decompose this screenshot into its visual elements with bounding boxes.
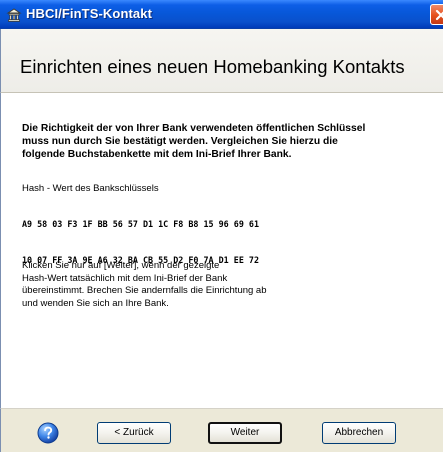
intro-line: muss nun durch Sie bestätigt werden. Ver… [22,136,338,147]
close-icon [435,9,443,21]
intro-line: folgende Buchstabenkette mit dem Ini-Bri… [22,149,292,160]
page-title: Einrichten eines neuen Homebanking Konta… [20,56,405,77]
bank-icon [6,8,22,22]
cancel-button[interactable]: Abbrechen [322,422,396,444]
intro-line: Die Richtigkeit der von Ihrer Bank verwe… [22,123,366,134]
instruction-line: und wenden Sie sich an Ihre Bank. [22,297,169,309]
wizard-content: Die Richtigkeit der von Ihrer Bank verwe… [0,93,443,409]
help-icon [37,422,59,444]
instruction-text: Klicken Sie nur auf [Weiter], wenn der g… [22,260,267,310]
dialog-window: HBCI/FinTS-Kontakt Einrichten eines neue… [0,0,443,452]
instruction-line: übereinstimmt. Brechen Sie andernfalls d… [22,285,267,296]
close-button[interactable] [430,4,443,25]
next-button[interactable]: Weiter [208,422,282,444]
hash-line: A9 58 03 F3 1F BB 56 57 D1 1C F8 B8 15 9… [22,219,259,229]
help-button[interactable] [37,422,59,444]
back-button[interactable]: < Zurück [97,422,171,444]
instruction-line: Hash-Wert tatsächlich mit dem Ini-Brief … [22,272,228,284]
intro-text: Die Richtigkeit der von Ihrer Bank verwe… [22,122,432,161]
instruction-line: Klicken Sie nur auf [Weiter], wenn der g… [22,260,220,271]
wizard-header: Einrichten eines neuen Homebanking Konta… [0,29,443,93]
wizard-footer: < Zurück Weiter Abbrechen [0,409,443,452]
title-bar[interactable]: HBCI/FinTS-Kontakt [0,0,443,29]
window-title: HBCI/FinTS-Kontakt [26,6,153,21]
